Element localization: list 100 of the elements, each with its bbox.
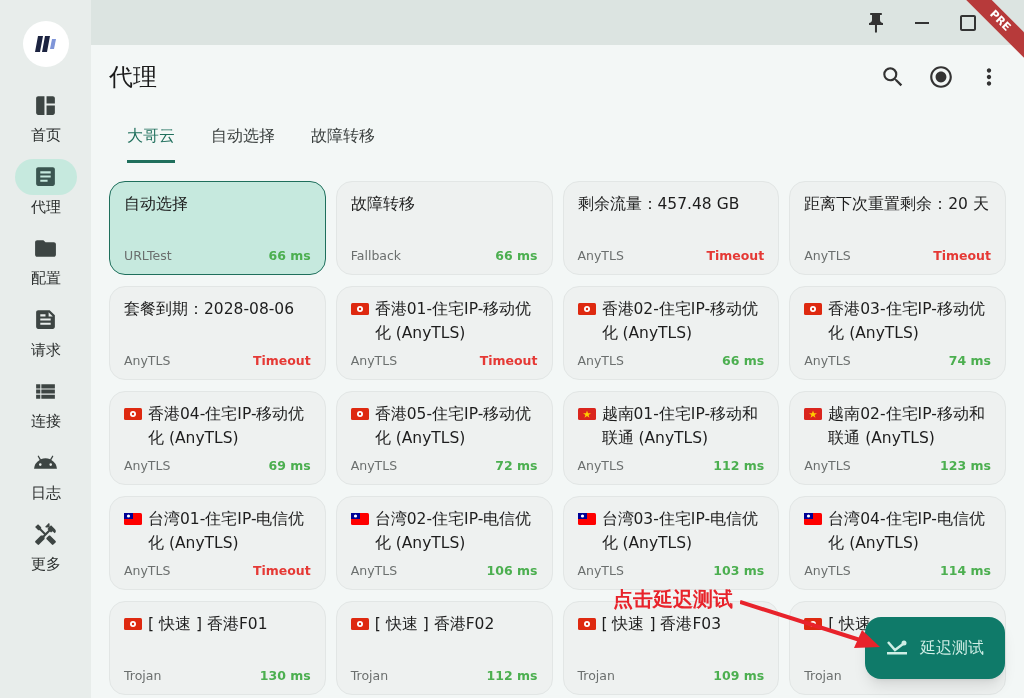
delay-label: Timeout: [252, 562, 311, 581]
delay-label: 66 ms: [268, 247, 311, 266]
delay-label: 114 ms: [940, 562, 991, 581]
proxy-name: 自动选择: [124, 194, 188, 215]
proxy-card[interactable]: 香港04-住宅IP-移动优化 (AnyTLS) AnyTLS 69 ms: [109, 391, 326, 485]
nav-label: 配置: [30, 268, 61, 289]
proxy-card[interactable]: 台湾02-住宅IP-电信优化 (AnyTLS) AnyTLS 106 ms: [335, 496, 553, 590]
notes-icon: [33, 307, 58, 332]
flag-icon: [124, 513, 142, 525]
proxy-card[interactable]: 香港02-住宅IP-移动优化 (AnyTLS) AnyTLS 66 ms: [562, 286, 780, 380]
proxy-name: 香港04-住宅IP-移动优化 (AnyTLS): [148, 404, 306, 449]
proxy-name: 越南02-住宅IP-移动和联通 (AnyTLS): [828, 404, 986, 449]
proxy-name: 台湾01-住宅IP-电信优化 (AnyTLS): [148, 509, 306, 554]
protocol-label: AnyTLS: [124, 457, 171, 476]
proxy-card[interactable]: 越南02-住宅IP-移动和联通 (AnyTLS) AnyTLS 123 ms: [789, 391, 1006, 485]
proxy-name: [ 快速 ] 香港F02: [374, 614, 495, 635]
protocol-label: Trojan: [804, 667, 842, 686]
proxy-name: 剩余流量：457.48 GB: [577, 194, 740, 215]
flag-icon: [804, 303, 823, 315]
tools-icon: [33, 521, 58, 547]
proxy-card[interactable]: 距离下次重置剩余：20 天 AnyTLS Timeout: [789, 181, 1006, 275]
flag-icon: [350, 618, 369, 630]
proxy-name: 香港03-住宅IP-移动优化 (AnyTLS): [828, 299, 986, 344]
proxy-name: [ 快速 ] 香港F03: [601, 614, 721, 635]
delay-label: 69 ms: [268, 457, 311, 476]
delay-label: 123 ms: [940, 457, 991, 476]
proxy-card[interactable]: 套餐到期：2028-08-06 AnyTLS Timeout: [109, 286, 326, 380]
proxy-card[interactable]: 越南01-住宅IP-移动和联通 (AnyTLS) AnyTLS 112 ms: [562, 391, 780, 485]
logo-icon: [33, 34, 58, 54]
flag-icon: [577, 408, 596, 420]
protocol-label: AnyTLS: [350, 352, 398, 371]
protocol-label: AnyTLS: [577, 457, 624, 476]
proxy-card[interactable]: 剩余流量：457.48 GB AnyTLS Timeout: [562, 181, 780, 275]
document-icon: [33, 164, 58, 189]
flag-icon: [124, 618, 142, 630]
protocol-label: AnyTLS: [804, 457, 851, 476]
proxy-name: 距离下次重置剩余：20 天: [804, 194, 989, 215]
proxy-card[interactable]: 故障转移 Fallback 66 ms: [335, 181, 553, 275]
protocol-label: AnyTLS: [804, 352, 851, 371]
flag-icon: [124, 408, 142, 420]
proxy-name: 故障转移: [350, 194, 415, 215]
delay-label: Timeout: [252, 352, 311, 371]
protocol-label: AnyTLS: [350, 457, 398, 476]
nav-item[interactable]: [14, 158, 77, 195]
protocol-label: AnyTLS: [804, 247, 851, 266]
proxy-name: 香港01-住宅IP-移动优化 (AnyTLS): [374, 299, 533, 344]
protocol-label: AnyTLS: [577, 352, 624, 371]
nav-label: 连接: [30, 411, 61, 432]
speed-test-icon: [886, 640, 908, 656]
delay-label: 103 ms: [713, 562, 765, 581]
flag-icon: [577, 618, 596, 630]
proxy-card[interactable]: 台湾03-住宅IP-电信优化 (AnyTLS) AnyTLS 103 ms: [562, 496, 780, 590]
proxy-card[interactable]: 香港05-住宅IP-移动优化 (AnyTLS) AnyTLS 72 ms: [335, 391, 553, 485]
delay-label: 109 ms: [713, 667, 765, 686]
proxy-card[interactable]: 香港03-住宅IP-移动优化 (AnyTLS) AnyTLS 74 ms: [789, 286, 1006, 380]
proxy-name: 台湾03-住宅IP-电信优化 (AnyTLS): [601, 509, 759, 554]
delay-label: 112 ms: [486, 667, 538, 686]
flag-icon: [804, 513, 823, 525]
delay-label: 66 ms: [495, 247, 538, 266]
proxy-card[interactable]: 台湾04-住宅IP-电信优化 (AnyTLS) AnyTLS 114 ms: [789, 496, 1006, 590]
tab[interactable]: 故障转移: [311, 124, 375, 163]
proxy-name: [ 快速 ] 香港F01: [148, 614, 268, 635]
protocol-label: AnyTLS: [577, 247, 624, 266]
proxy-name: 香港05-住宅IP-移动优化 (AnyTLS): [374, 404, 533, 449]
tab[interactable]: 大哥云: [127, 124, 175, 163]
proxy-name: 香港02-住宅IP-移动优化 (AnyTLS): [601, 299, 759, 344]
protocol-label: Trojan: [124, 667, 162, 686]
proxy-card[interactable]: [ 快速 ] 香港F02 Trojan 112 ms: [335, 601, 553, 695]
flag-icon: [577, 303, 596, 315]
proxy-card[interactable]: 香港01-住宅IP-移动优化 (AnyTLS) AnyTLS Timeout: [335, 286, 553, 380]
flag-icon: [350, 303, 369, 315]
flag-icon: [804, 408, 823, 420]
target-icon[interactable]: [928, 64, 954, 90]
flag-icon: [577, 513, 596, 525]
delay-label: 112 ms: [713, 457, 765, 476]
delay-label: 66 ms: [722, 352, 765, 371]
nav-label: 代理: [30, 196, 61, 218]
app-logo[interactable]: [22, 21, 69, 67]
protocol-label: AnyTLS: [124, 562, 171, 581]
protocol-label: Fallback: [350, 247, 402, 266]
protocol-label: URLTest: [124, 247, 172, 266]
delay-label: 130 ms: [259, 667, 311, 686]
delay-label: 106 ms: [486, 562, 538, 581]
proxy-card[interactable]: 台湾01-住宅IP-电信优化 (AnyTLS) AnyTLS Timeout: [109, 496, 326, 590]
delay-label: 72 ms: [495, 457, 538, 476]
proxy-name: 台湾04-住宅IP-电信优化 (AnyTLS): [828, 509, 986, 554]
page-title: 代理: [109, 62, 157, 93]
delay-label: Timeout: [933, 247, 991, 266]
delay-label: 74 ms: [948, 352, 991, 371]
proxy-card[interactable]: [ 快速 ] 香港F01 Trojan 130 ms: [109, 601, 326, 695]
proxy-name: 套餐到期：2028-08-06: [124, 299, 295, 320]
proxy-card[interactable]: 自动选择 URLTest 66 ms: [109, 181, 326, 275]
proxy-name: 越南01-住宅IP-移动和联通 (AnyTLS): [601, 404, 759, 449]
proxy-name: 台湾02-住宅IP-电信优化 (AnyTLS): [374, 509, 533, 554]
delay-label: Timeout: [706, 247, 765, 266]
flag-icon: [350, 513, 369, 525]
protocol-label: AnyTLS: [577, 562, 624, 581]
tab[interactable]: 自动选择: [211, 124, 275, 163]
protocol-label: Trojan: [577, 667, 615, 686]
delay-label: Timeout: [479, 352, 538, 371]
